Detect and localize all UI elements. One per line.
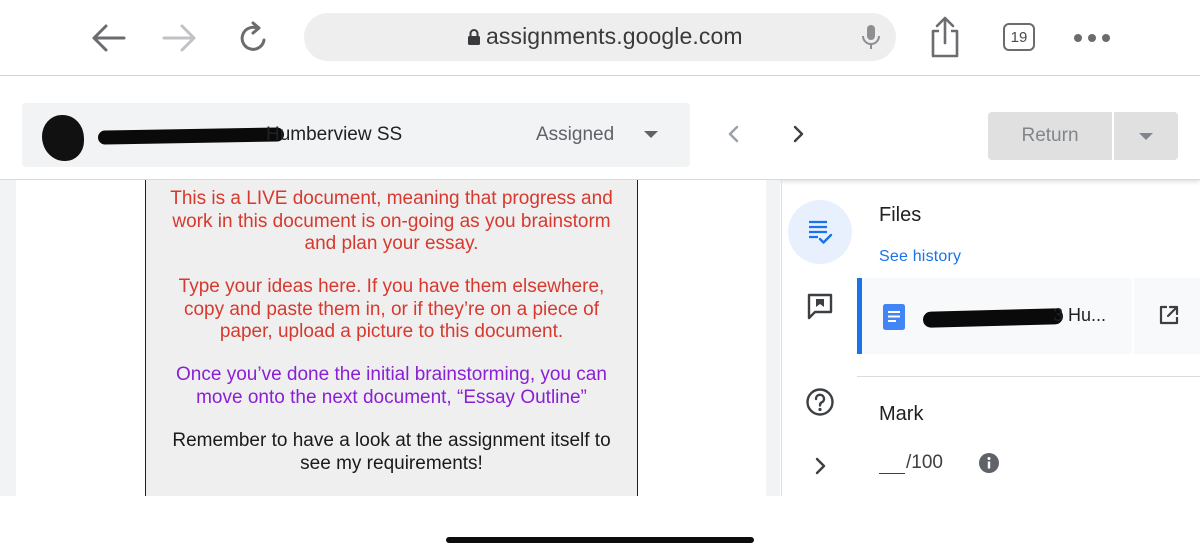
return-button[interactable]: Return (988, 112, 1112, 160)
file-name: 3 Hu... (1053, 305, 1107, 325)
avatar (42, 115, 84, 161)
chevron-left-icon[interactable] (722, 122, 746, 146)
microphone-icon[interactable] (860, 24, 882, 50)
open-in-new-button[interactable] (1132, 278, 1200, 354)
doc-paragraph: This is a LIVE document, meaning that pr… (170, 188, 613, 254)
panel-divider (857, 376, 1200, 377)
mark-heading: Mark (879, 403, 924, 425)
student-school-label: Humberview SS (266, 124, 403, 145)
files-heading: Files (879, 204, 922, 226)
info-icon[interactable] (978, 452, 1000, 474)
assignment-list-icon (809, 220, 833, 244)
grading-header: Humberview SS Assigned Return (0, 76, 1200, 180)
url-text: assignments.google.com (486, 23, 743, 49)
doc-paragraph: Type your ideas here. If you have them e… (178, 276, 605, 342)
comments-tab-button[interactable] (800, 286, 840, 326)
attached-file[interactable]: 3 Hu... (857, 278, 1200, 354)
redacted-student-name (97, 127, 285, 145)
return-options-button[interactable] (1114, 112, 1178, 160)
see-history-link[interactable]: See history (879, 248, 961, 266)
expand-panel-button[interactable] (806, 452, 834, 480)
more-dots-icon[interactable] (1070, 24, 1114, 52)
panel-divider (781, 180, 782, 496)
files-tab-button[interactable] (788, 200, 852, 264)
mark-total: /100 (906, 452, 943, 473)
redacted-file-name (922, 308, 1064, 328)
student-selector[interactable]: Humberview SS Assigned (22, 103, 690, 167)
help-button[interactable] (800, 382, 840, 422)
browser-toolbar: assignments.google.com 19 (0, 0, 1200, 76)
forward-arrow-icon[interactable] (158, 16, 202, 60)
chevron-down-icon[interactable] (644, 131, 658, 138)
google-docs-icon (883, 304, 905, 330)
address-bar[interactable]: assignments.google.com (304, 13, 896, 61)
open-in-new-icon (1158, 304, 1180, 326)
selected-indicator (857, 278, 862, 354)
doc-paragraph: Once you’ve done the initial brainstormi… (176, 364, 607, 408)
chevron-down-icon (1139, 133, 1153, 140)
chevron-right-icon[interactable] (786, 122, 810, 146)
lock-icon (464, 27, 484, 47)
home-indicator[interactable] (446, 537, 754, 543)
reload-icon[interactable] (232, 16, 276, 60)
document-text-box[interactable]: This is a LIVE document, meaning that pr… (145, 180, 638, 500)
back-arrow-icon[interactable] (86, 16, 130, 60)
comment-icon (807, 293, 833, 320)
tab-count-button[interactable]: 19 (1003, 23, 1035, 51)
status-label: Assigned (536, 124, 615, 145)
chevron-right-icon (815, 457, 826, 475)
doc-paragraph: Remember to have a look at the assignmen… (172, 430, 611, 474)
help-icon (806, 388, 834, 416)
share-icon[interactable] (924, 14, 966, 60)
mark-input-underline[interactable] (879, 473, 905, 474)
system-bottom-bar (0, 496, 1200, 554)
